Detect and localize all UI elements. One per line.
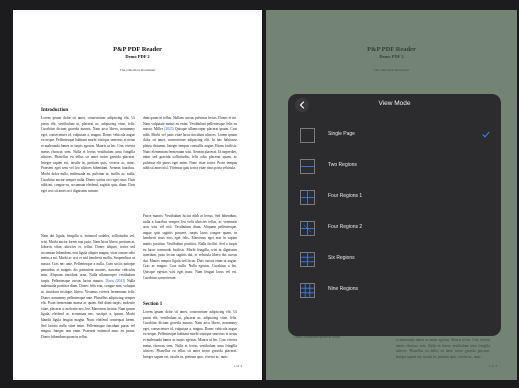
checkmark-icon [482, 131, 490, 138]
modal-header: View Mode [288, 94, 501, 116]
paragraph-text: Nulla malesuada porttitor diam. Donec fe… [41, 278, 135, 339]
section-heading-introduction: Introduction [41, 108, 69, 113]
two-regions-icon [300, 159, 315, 174]
modal-title: View Mode [378, 100, 411, 107]
intro-column-2-paragraph-1: dum quam in tellus. Nullam cursus pulvin… [143, 116, 237, 210]
page-indicator: 1 of 3 [233, 364, 242, 368]
option-label: Four Regions 1 [328, 193, 363, 199]
document-subtitle: Demo PDF 2 [125, 54, 150, 59]
reader-device-left: P&P PDF Reader Demo PDF 2 The collection… [2, 0, 262, 380]
option-label: Six Regions [328, 255, 355, 261]
paragraph-text: Nam dui ligula, fringilla a, euismod sod… [41, 234, 135, 283]
document-title: P&P PDF Reader [113, 46, 162, 53]
nine-regions-icon [300, 283, 315, 298]
view-mode-modal: View Mode Single Page Two Regions Four R… [288, 94, 501, 336]
intro-column-1-paragraph-1: Lorem ipsum dolor sit amet, consectetuer… [41, 116, 135, 193]
document-author-line: The collection Document [119, 68, 156, 72]
four-regions-2-icon [300, 221, 315, 236]
view-mode-option-four-regions-1[interactable]: Four Regions 1 [295, 182, 494, 213]
pdf-page: P&P PDF Reader Demo PDF 2 The collection… [266, 10, 517, 380]
option-label: Four Regions 2 [328, 224, 363, 230]
single-page-icon [300, 128, 315, 143]
view-mode-option-nine-regions[interactable]: Nine Regions [295, 275, 494, 306]
four-regions-1-icon [300, 190, 315, 205]
citation-link[interactable]: (2023) [164, 127, 174, 131]
view-mode-option-four-regions-2[interactable]: Four Regions 2 [295, 213, 494, 244]
section-1-paragraph: Lorem ipsum dolor sit amet, consectetuer… [143, 310, 237, 359]
citation-link[interactable]: Davis (2021) [106, 279, 126, 283]
reader-device-right: P&P PDF Reader Demo PDF 2 The collection… [264, 0, 519, 380]
option-label: Single Page [328, 131, 355, 137]
paragraph-text: Quisque ullamcorper placerat ipsum. Cras… [143, 127, 237, 171]
intro-column-2-paragraph-2: Fusce mauris. Vestibulum luctus nibh at … [143, 214, 237, 280]
six-regions-icon [300, 252, 315, 267]
view-mode-option-six-regions[interactable]: Six Regions [295, 244, 494, 275]
view-mode-options: Single Page Two Regions Four Regions 1 F… [295, 120, 494, 306]
pdf-page[interactable]: P&P PDF Reader Demo PDF 2 The collection… [13, 10, 262, 380]
section-heading-section-1: Section 1 [143, 302, 163, 307]
view-mode-option-single-page[interactable]: Single Page [295, 120, 494, 151]
view-mode-option-two-regions[interactable]: Two Regions [295, 151, 494, 182]
intro-column-1-paragraph-2: Nam dui ligula, fringilla a, euismod sod… [41, 234, 135, 368]
option-label: Two Regions [328, 162, 357, 168]
option-label: Nine Regions [328, 286, 359, 292]
